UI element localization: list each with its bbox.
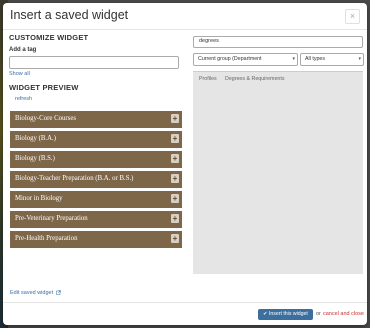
results-panel: Profiles Degrees & Requirements [193, 71, 363, 274]
cancel-and-close-link[interactable]: cancel and close [323, 311, 364, 317]
customize-heading: CUSTOMIZE WIDGET [9, 33, 89, 42]
widget-item-label: Pre-Veterinary Preparation [15, 215, 88, 222]
tag-label: Add a tag [9, 47, 37, 53]
widget-item[interactable]: Biology (B.A.) + [10, 131, 182, 148]
dialog-header: Insert a saved widget × [3, 3, 367, 30]
expand-plus-icon[interactable]: + [171, 134, 179, 143]
footer-or-text: or [316, 311, 321, 317]
expand-plus-icon[interactable]: + [171, 114, 179, 123]
group-select-value: Current group (Department [198, 56, 262, 62]
widget-item[interactable]: Pre-Veterinary Preparation + [10, 211, 182, 228]
show-all-link[interactable]: Show all [9, 71, 181, 77]
type-select-value: All types [305, 56, 326, 62]
refresh-link[interactable]: refresh [15, 96, 181, 102]
expand-plus-icon[interactable]: + [171, 194, 179, 203]
expand-plus-icon[interactable]: + [171, 234, 179, 243]
search-panel: degrees Current group (Department ▾ All … [193, 36, 364, 274]
widget-item-label: Biology (B.S.) [15, 155, 55, 162]
widget-item[interactable]: Minor in Biology + [10, 191, 182, 208]
external-link-icon [55, 290, 61, 295]
widget-item[interactable]: Biology-Core Courses + [10, 111, 182, 128]
chevron-down-icon: ▾ [292, 56, 295, 62]
widget-item[interactable]: Biology (B.S.) + [10, 151, 182, 168]
expand-plus-icon[interactable]: + [171, 174, 179, 183]
widget-item-label: Biology (B.A.) [15, 135, 56, 142]
expand-plus-icon[interactable]: + [171, 214, 179, 223]
chevron-down-icon: ▾ [358, 56, 361, 62]
widget-item[interactable]: Biology-Teacher Preparation (B.A. or B.S… [10, 171, 182, 188]
customize-panel: CUSTOMIZE WIDGET Add a tag Show all WIDG… [9, 33, 181, 102]
close-button[interactable]: × [345, 9, 360, 24]
widget-item-label: Biology-Teacher Preparation (B.A. or B.S… [15, 175, 134, 182]
search-input[interactable]: degrees [193, 36, 363, 48]
type-select[interactable]: All types ▾ [300, 53, 364, 66]
edit-saved-widget-link[interactable]: Edit saved widget [10, 290, 61, 296]
widget-item-label: Minor in Biology [15, 195, 63, 202]
expand-plus-icon[interactable]: + [171, 154, 179, 163]
preview-heading: WIDGET PREVIEW [9, 83, 79, 92]
filter-row: Current group (Department ▾ All types ▾ [193, 53, 364, 66]
search-input-value: degrees [199, 38, 219, 44]
tab-degrees-requirements[interactable]: Degrees & Requirements [225, 76, 284, 82]
insert-widget-dialog: Insert a saved widget × CUSTOMIZE WIDGET… [3, 3, 367, 325]
group-select[interactable]: Current group (Department ▾ [193, 53, 298, 66]
dialog-footer: ✔ Insert this widget or cancel and close [3, 302, 367, 325]
tab-profiles[interactable]: Profiles [199, 76, 217, 82]
widget-item-label: Biology-Core Courses [15, 115, 76, 122]
dialog-title: Insert a saved widget [10, 8, 129, 22]
widget-item-label: Pre-Health Preparation [15, 235, 78, 242]
edit-saved-widget-label: Edit saved widget [10, 290, 54, 296]
insert-widget-button[interactable]: ✔ Insert this widget [258, 309, 313, 320]
tag-input[interactable] [9, 56, 179, 69]
widget-preview-list: Biology-Core Courses + Biology (B.A.) + … [10, 111, 182, 251]
widget-item[interactable]: Pre-Health Preparation + [10, 231, 182, 248]
results-tabs: Profiles Degrees & Requirements [193, 75, 363, 87]
